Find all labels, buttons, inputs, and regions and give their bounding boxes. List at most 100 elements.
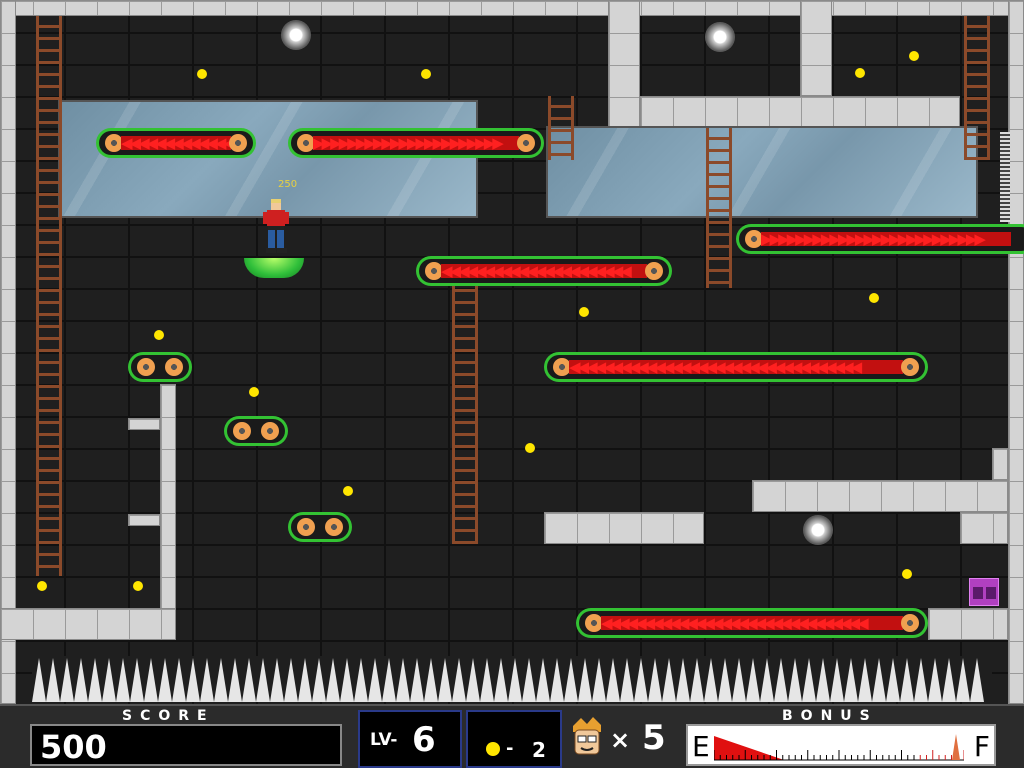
spike xyxy=(970,658,984,702)
belt-arrows-left: ◀◀◀◀◀◀◀◀◀◀◀◀◀◀◀◀◀◀◀◀◀◀◀◀◀◀◀◀◀◀◀ xyxy=(601,616,903,630)
spike xyxy=(508,658,522,702)
spike xyxy=(550,658,564,702)
spike xyxy=(74,658,88,702)
spike xyxy=(816,658,830,702)
spike xyxy=(256,658,270,702)
ladder-center[interactable] xyxy=(706,128,732,288)
wall-vent xyxy=(1000,132,1010,222)
coin[interactable] xyxy=(37,581,47,591)
coin[interactable] xyxy=(909,51,919,61)
spike xyxy=(620,658,634,702)
spike xyxy=(340,658,354,702)
spike xyxy=(830,658,844,702)
belt-arrows-right: ▶▶▶▶▶▶▶▶▶▶▶▶▶▶▶▶▶▶▶▶▶▶ xyxy=(313,136,519,150)
light-bulb-icon xyxy=(281,20,311,50)
spike xyxy=(186,658,200,702)
ladder-top-center[interactable] xyxy=(548,96,574,160)
coin-counter-box: - 2 xyxy=(466,710,562,768)
spike xyxy=(564,658,578,702)
conveyor-belt-bottom[interactable]: ◀◀◀◀◀◀◀◀◀◀◀◀◀◀◀◀◀◀◀◀◀◀◀◀◀◀◀◀◀◀◀ xyxy=(576,608,928,638)
spike xyxy=(396,658,410,702)
spike xyxy=(634,658,648,702)
spike xyxy=(676,658,690,702)
spike xyxy=(410,658,424,702)
conveyor-belt-top-center[interactable]: ▶▶▶▶▶▶▶▶▶▶▶▶▶▶▶▶▶▶▶▶▶▶ xyxy=(288,128,544,158)
floor-right xyxy=(928,608,1008,640)
conveyor-stub-1[interactable] xyxy=(128,352,192,382)
light-bulb-icon xyxy=(705,22,735,52)
ladder-middle[interactable] xyxy=(452,280,478,544)
spike xyxy=(900,658,914,702)
spike xyxy=(144,658,158,702)
coin[interactable] xyxy=(855,68,865,78)
spike xyxy=(536,658,550,702)
left-wall xyxy=(0,0,16,704)
score-value: 500 xyxy=(40,728,107,766)
conveyor-belt-middle-right[interactable]: ◀◀◀◀◀◀◀◀◀◀◀◀◀◀◀◀◀◀◀◀◀◀◀◀◀◀◀◀◀◀◀◀◀◀ xyxy=(544,352,928,382)
spike xyxy=(928,658,942,702)
spike xyxy=(60,658,74,702)
belt-arrows-left: ◀◀◀◀◀◀◀◀◀◀◀◀◀◀◀◀◀◀◀◀◀◀◀◀◀◀◀◀◀◀◀◀◀◀ xyxy=(569,360,903,374)
lives-face-icon xyxy=(573,717,601,755)
coin[interactable] xyxy=(249,387,259,397)
spike xyxy=(746,658,760,702)
bonus-gauge xyxy=(714,734,964,761)
spike xyxy=(354,658,368,702)
window-right xyxy=(546,126,978,218)
bonus-full-label: F xyxy=(973,730,990,763)
coin[interactable] xyxy=(525,443,535,453)
spike xyxy=(424,658,438,702)
spike xyxy=(298,658,312,702)
level-prefix: LV- xyxy=(370,730,398,750)
spike xyxy=(88,658,102,702)
top-block-mid xyxy=(640,96,960,128)
spike xyxy=(802,658,816,702)
coin-counter-dash: - xyxy=(506,738,514,759)
coin[interactable] xyxy=(154,330,164,340)
conveyor-stub-2[interactable] xyxy=(224,416,288,446)
spike xyxy=(214,658,228,702)
top-block-left xyxy=(608,0,640,128)
exit-terminal-icon[interactable] xyxy=(969,578,999,606)
coin[interactable] xyxy=(579,307,589,317)
hud-bar: SCORE 500 LV- 6 - 2 × 5 BONUS E F xyxy=(0,704,1024,768)
conveyor-belt-top-left[interactable]: ◀◀◀◀◀◀◀◀◀◀◀◀◀◀ xyxy=(96,128,256,158)
coin[interactable] xyxy=(343,486,353,496)
belt-arrows-left: ◀◀◀◀◀◀◀◀◀◀◀◀◀◀◀◀◀◀◀◀◀◀ xyxy=(441,264,647,278)
conveyor-belt-right-upper[interactable]: ▶▶▶▶▶▶▶▶▶▶▶▶▶▶▶▶▶▶▶▶▶▶▶▶▶▶ xyxy=(736,224,1024,254)
coin[interactable] xyxy=(869,293,879,303)
spike xyxy=(760,658,774,702)
spike xyxy=(494,658,508,702)
spike xyxy=(592,658,606,702)
spike xyxy=(452,658,466,702)
spike xyxy=(102,658,116,702)
player-character[interactable] xyxy=(260,198,292,258)
spike xyxy=(718,658,732,702)
spike xyxy=(858,658,872,702)
spike xyxy=(844,658,858,702)
coin[interactable] xyxy=(133,581,143,591)
coin[interactable] xyxy=(197,69,207,79)
coin-counter-value: 2 xyxy=(532,738,546,762)
spike xyxy=(886,658,900,702)
bonus-meter: E F xyxy=(686,724,996,766)
spike xyxy=(326,658,340,702)
bonus-label: BONUS xyxy=(782,708,878,724)
spike xyxy=(382,658,396,702)
conveyor-belt-center[interactable]: ◀◀◀◀◀◀◀◀◀◀◀◀◀◀◀◀◀◀◀◀◀◀ xyxy=(416,256,672,286)
bonus-peak-marker xyxy=(952,734,960,760)
spike xyxy=(312,658,326,702)
spike xyxy=(158,658,172,702)
small-ledge-2 xyxy=(128,514,160,526)
lives-value: 5 xyxy=(642,718,666,758)
spike xyxy=(704,658,718,702)
coin[interactable] xyxy=(421,69,431,79)
conveyor-stub-3[interactable] xyxy=(288,512,352,542)
spike xyxy=(956,658,970,702)
level-box: LV- 6 xyxy=(358,710,462,768)
spike xyxy=(522,658,536,702)
hover-platform xyxy=(244,258,304,278)
coin[interactable] xyxy=(902,569,912,579)
ladder-top-right[interactable] xyxy=(964,16,990,160)
ladder-left[interactable] xyxy=(36,16,62,576)
